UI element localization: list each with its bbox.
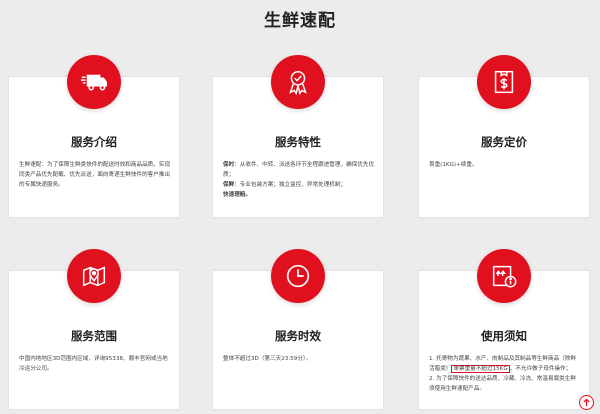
card-service-features: 服务特性 保时：从收件、中转、派送各环节全程跟进管理，确保优先优质； 保鲜：专业… [212,55,384,218]
card-usage-notice: 使用须知 1. 托寄物为蔬果、水产、肉制品及其制品等生鲜商品（除鲜活腊类） 单票重… [418,249,590,410]
card-title: 服务定价 [481,135,527,149]
card-title: 服务范围 [71,329,117,343]
card-title: 使用须知 [481,329,527,343]
back-to-top-button[interactable] [579,395,594,410]
card-text: 首重(1KG)+续重。 [429,162,478,168]
award-ribbon-icon [271,55,325,109]
card-text: 整体不超过3D（第三天23:59分）。 [223,356,312,362]
map-pin-icon [67,249,121,303]
card-text: 1. 托寄物为蔬果、水产、肉制品及其制品等生鲜商品（除鲜活腊类） 单票重量不超过1… [429,356,576,392]
card-service-range: 服务范围 中国内地地区3D范围内区域，详询95338、顺丰官网或当地冷运分公司。 [8,249,180,410]
card-text: 保时：从收件、中转、派送各环节全程跟进管理，确保优先优质； 保鲜：专业包装方案；… [223,162,375,198]
card-title: 服务时效 [275,329,321,343]
card-title: 服务介绍 [71,135,117,149]
clock-icon [271,249,325,303]
card-text: 中国内地地区3D范围内区域，详询95338、顺丰官网或当地冷运分公司。 [19,356,168,372]
card-text: 生鲜速配：为了保障生鲜类快件的配送时效和商品品质，实现同类产品优先配载、优先派送… [19,162,171,188]
page-title: 生鲜速配 [264,11,336,31]
package-info-icon [477,249,531,303]
card-service-pricing: 服务定价 首重(1KG)+续重。 [418,55,590,218]
card-title: 服务特性 [275,135,321,149]
truck-icon [67,55,121,109]
weight-limit-highlight: 单票重量不超过15KG [451,365,510,373]
arrow-up-icon [583,398,590,407]
card-service-intro: 服务介绍 生鲜速配：为了保障生鲜类快件的配送时效和商品品质，实现同类产品优先配载… [8,55,180,218]
card-service-timeliness: 服务时效 整体不超过3D（第三天23:59分）。 [212,249,384,410]
price-box-icon [477,55,531,109]
